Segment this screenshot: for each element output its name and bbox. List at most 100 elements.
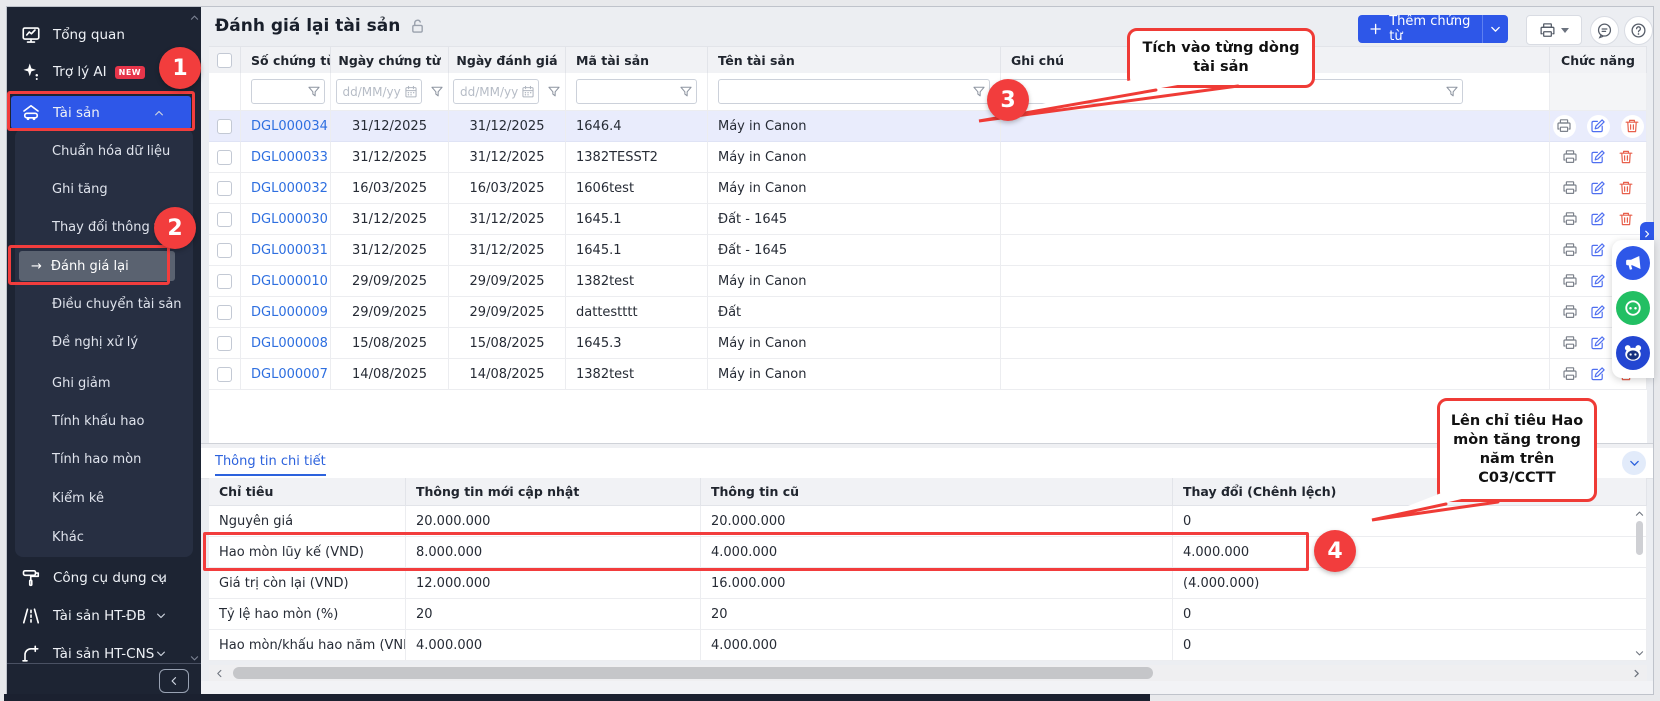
filter-funnel-icon[interactable] bbox=[679, 85, 693, 99]
row-checkbox[interactable] bbox=[217, 150, 232, 165]
submenu-item-transfer[interactable]: Điều chuyển tài sản bbox=[15, 289, 193, 319]
column-header[interactable]: Tên tài sản bbox=[708, 47, 1001, 74]
sidebar-item-assets[interactable]: Tài sản bbox=[11, 96, 191, 129]
filter-funnel-icon[interactable] bbox=[430, 85, 444, 99]
support-chat-button[interactable] bbox=[1616, 291, 1650, 325]
row-checkbox[interactable] bbox=[217, 212, 232, 227]
document-link[interactable]: DGL000010 bbox=[251, 274, 328, 289]
column-header[interactable]: Mã tài sản bbox=[566, 47, 708, 74]
delete-row-button[interactable] bbox=[1618, 180, 1635, 197]
scroll-right-icon[interactable] bbox=[1631, 668, 1642, 679]
asset-name-filter-input[interactable] bbox=[718, 79, 990, 104]
announcements-button[interactable] bbox=[1616, 246, 1650, 280]
sidebar-item-tools[interactable]: Công cụ dụng cụ bbox=[7, 560, 193, 596]
edit-row-button[interactable] bbox=[1590, 242, 1607, 259]
print-row-button[interactable] bbox=[1562, 180, 1579, 197]
lock-open-icon[interactable] bbox=[409, 18, 426, 35]
document-link[interactable]: DGL000033 bbox=[251, 150, 328, 165]
print-row-button[interactable] bbox=[1562, 273, 1579, 290]
submenu-item-record-decrease[interactable]: Ghi giảm bbox=[15, 368, 193, 398]
column-header[interactable]: Ngày đánh giá bbox=[449, 47, 566, 74]
ai-bot-button[interactable] bbox=[1616, 336, 1650, 370]
sidebar-collapse-button[interactable] bbox=[159, 669, 189, 693]
sidebar-scroll-up-icon[interactable] bbox=[189, 12, 200, 23]
document-link[interactable]: DGL000007 bbox=[251, 367, 328, 382]
calendar-icon[interactable] bbox=[404, 85, 418, 99]
document-link[interactable]: DGL000030 bbox=[251, 212, 328, 227]
scroll-up-icon[interactable] bbox=[1634, 508, 1645, 519]
filter-funnel-icon[interactable] bbox=[1445, 85, 1459, 99]
table-row[interactable]: DGL000033 31/12/2025 31/12/2025 1382TESS… bbox=[209, 142, 1647, 173]
delete-row-button[interactable] bbox=[1618, 149, 1635, 166]
table-row[interactable]: DGL000010 29/09/2025 29/09/2025 1382test… bbox=[209, 266, 1647, 297]
print-row-button[interactable] bbox=[1562, 366, 1579, 383]
sidebar-scroll-down-icon[interactable] bbox=[189, 653, 200, 664]
scroll-down-icon[interactable] bbox=[1634, 648, 1645, 659]
document-link[interactable]: DGL000032 bbox=[251, 181, 328, 196]
scroll-left-icon[interactable] bbox=[214, 668, 225, 679]
edit-row-button[interactable] bbox=[1590, 273, 1607, 290]
document-link[interactable]: DGL000034 bbox=[251, 119, 328, 134]
horizontal-scrollbar[interactable] bbox=[209, 665, 1647, 681]
print-row-button[interactable] bbox=[1553, 115, 1576, 138]
row-checkbox[interactable] bbox=[217, 119, 232, 134]
scrollbar-thumb[interactable] bbox=[233, 667, 1153, 679]
help-button[interactable] bbox=[1624, 16, 1653, 45]
submenu-item-wear-calc[interactable]: Tính hao mòn bbox=[15, 444, 193, 474]
print-button[interactable] bbox=[1526, 15, 1582, 45]
feedback-button[interactable] bbox=[1590, 16, 1619, 45]
table-row[interactable]: DGL000032 16/03/2025 16/03/2025 1606test… bbox=[209, 173, 1647, 204]
sidebar-item-infra-water[interactable]: Tài sản HT-CNS bbox=[7, 636, 193, 672]
submenu-item-other[interactable]: Khác bbox=[15, 522, 193, 552]
submenu-item-disposal-request[interactable]: Đề nghị xử lý bbox=[15, 327, 193, 357]
sidebar-item-infra-road[interactable]: Tài sản HT-ĐB bbox=[7, 598, 193, 634]
edit-row-button[interactable] bbox=[1590, 366, 1607, 383]
print-row-button[interactable] bbox=[1562, 304, 1579, 321]
submenu-item-inventory[interactable]: Kiểm kê bbox=[15, 483, 193, 513]
table-row[interactable]: DGL000030 31/12/2025 31/12/2025 1645.1 Đ… bbox=[209, 204, 1647, 235]
collapse-detail-button[interactable] bbox=[1622, 451, 1646, 475]
select-all-checkbox[interactable] bbox=[217, 53, 232, 68]
edit-row-button[interactable] bbox=[1590, 149, 1607, 166]
print-row-button[interactable] bbox=[1562, 242, 1579, 259]
row-checkbox[interactable] bbox=[217, 305, 232, 320]
row-checkbox[interactable] bbox=[217, 336, 232, 351]
print-row-button[interactable] bbox=[1562, 335, 1579, 352]
delete-row-button[interactable] bbox=[1621, 115, 1644, 138]
document-link[interactable]: DGL000009 bbox=[251, 305, 328, 320]
edit-row-button[interactable] bbox=[1590, 180, 1607, 197]
submenu-item-depreciation-calc[interactable]: Tính khấu hao bbox=[15, 406, 193, 436]
table-row[interactable]: DGL000009 29/09/2025 29/09/2025 dattestt… bbox=[209, 297, 1647, 328]
column-header[interactable]: Ngày chứng từ bbox=[331, 47, 449, 74]
sidebar-item-overview[interactable]: Tổng quan bbox=[7, 17, 193, 53]
row-checkbox[interactable] bbox=[217, 367, 232, 382]
filter-funnel-icon[interactable] bbox=[307, 85, 321, 99]
submenu-item-standardize[interactable]: Chuẩn hóa dữ liệu bbox=[15, 136, 193, 166]
edit-row-button[interactable] bbox=[1590, 304, 1607, 321]
document-link[interactable]: DGL000008 bbox=[251, 336, 328, 351]
submenu-item-record-increase[interactable]: Ghi tăng bbox=[15, 174, 193, 204]
filter-funnel-icon[interactable] bbox=[972, 85, 986, 99]
detail-vertical-scrollbar[interactable] bbox=[1633, 506, 1646, 661]
row-checkbox[interactable] bbox=[217, 274, 232, 289]
print-row-button[interactable] bbox=[1562, 211, 1579, 228]
table-row[interactable]: DGL000007 14/08/2025 14/08/2025 1382test… bbox=[209, 359, 1647, 390]
document-link[interactable]: DGL000031 bbox=[251, 243, 328, 258]
edit-row-button[interactable] bbox=[1590, 211, 1607, 228]
table-row[interactable]: DGL000034 31/12/2025 31/12/2025 1646.4 M… bbox=[209, 111, 1647, 142]
print-row-button[interactable] bbox=[1562, 149, 1579, 166]
scrollbar-thumb[interactable] bbox=[1636, 521, 1643, 555]
edit-row-button[interactable] bbox=[1587, 115, 1610, 138]
row-checkbox[interactable] bbox=[217, 181, 232, 196]
column-header[interactable]: Số chứng từ bbox=[241, 47, 331, 74]
submenu-item-reevaluate[interactable]: → Đánh giá lại bbox=[19, 251, 175, 281]
add-document-button[interactable]: Thêm chứng từ bbox=[1358, 15, 1508, 43]
table-row[interactable]: DGL000008 15/08/2025 15/08/2025 1645.3 M… bbox=[209, 328, 1647, 359]
calendar-icon[interactable] bbox=[521, 85, 535, 99]
filter-funnel-icon[interactable] bbox=[547, 85, 561, 99]
delete-row-button[interactable] bbox=[1618, 211, 1635, 228]
row-checkbox[interactable] bbox=[217, 243, 232, 258]
tab-detail-info[interactable]: Thông tin chi tiết bbox=[215, 454, 326, 476]
table-row[interactable]: DGL000031 31/12/2025 31/12/2025 1645.1 Đ… bbox=[209, 235, 1647, 266]
edit-row-button[interactable] bbox=[1590, 335, 1607, 352]
